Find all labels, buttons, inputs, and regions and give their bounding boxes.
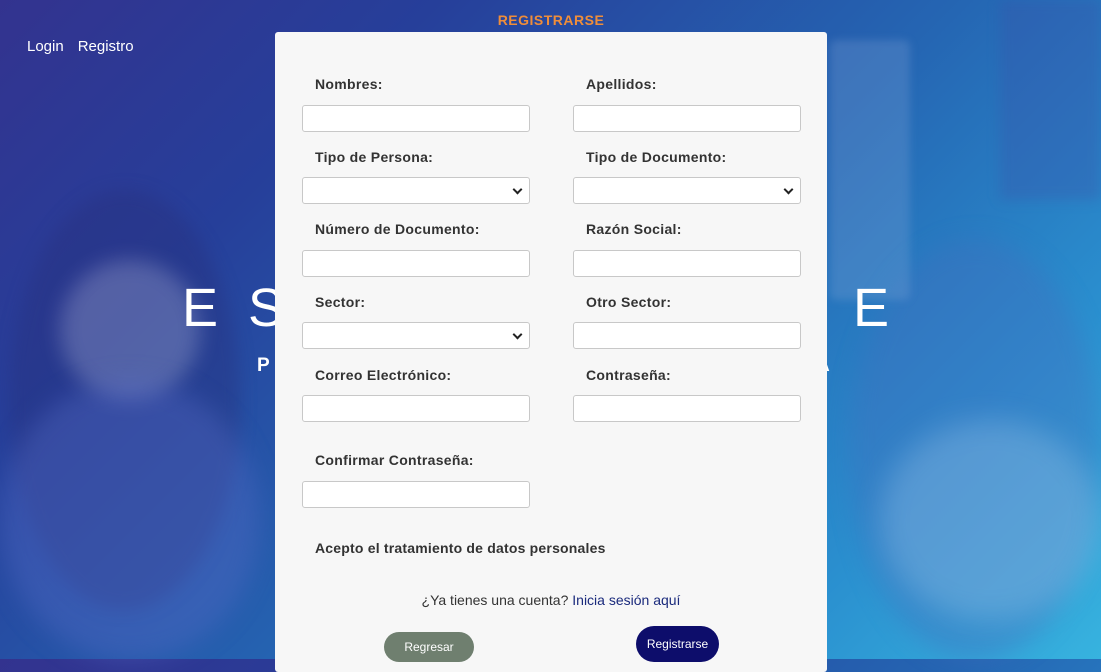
tipo-persona-label: Tipo de Persona: [315,149,434,165]
confirmar-input[interactable] [302,481,530,508]
nav-register-link[interactable]: Registro [78,38,134,55]
hero-subtitle-left: P [257,355,270,376]
otro-sector-input[interactable] [573,322,801,349]
razon-social-input[interactable] [573,250,801,277]
nav-login-link[interactable]: Login [27,38,64,55]
hero-letter: E [182,278,219,338]
account-prompt-text: ¿Ya tienes una cuenta? [421,592,569,608]
numero-documento-input[interactable] [302,250,530,277]
field-sector: Sector: [302,294,530,349]
login-link[interactable]: Inicia sesión aquí [572,592,680,608]
numero-documento-label: Número de Documento: [315,221,480,237]
account-prompt: ¿Ya tienes una cuenta? Inicia sesión aqu… [275,592,827,608]
hero-letter: E [853,278,890,338]
otro-sector-label: Otro Sector: [586,294,672,310]
field-contrasena: Contraseña: [573,367,801,422]
registration-form: Nombres: Apellidos: Tipo de Persona: Tip… [275,32,827,672]
nombres-input[interactable] [302,105,530,132]
field-apellidos: Apellidos: [573,76,801,132]
field-tipo-persona: Tipo de Persona: [302,149,530,204]
form-heading: REGISTRARSE [497,12,605,28]
tipo-persona-select[interactable] [302,177,530,204]
tipo-documento-select[interactable] [573,177,801,204]
nombres-label: Nombres: [315,76,383,92]
field-tipo-documento: Tipo de Documento: [573,149,801,204]
register-button[interactable]: Registrarse [636,626,719,662]
field-correo: Correo Electrónico: [302,367,530,422]
field-otro-sector: Otro Sector: [573,294,801,349]
back-button[interactable]: Regresar [384,632,474,662]
tipo-documento-label: Tipo de Documento: [586,149,727,165]
field-razon-social: Razón Social: [573,221,801,277]
contrasena-input[interactable] [573,395,801,422]
field-numero-documento: Número de Documento: [302,221,530,277]
razon-social-label: Razón Social: [586,221,682,237]
correo-label: Correo Electrónico: [315,367,452,383]
correo-input[interactable] [302,395,530,422]
contrasena-label: Contraseña: [586,367,671,383]
top-nav: Login Registro [27,38,134,55]
apellidos-input[interactable] [573,105,801,132]
field-nombres: Nombres: [302,76,530,132]
field-confirmar: Confirmar Contraseña: [302,452,530,508]
consent-text[interactable]: Acepto el tratamiento de datos personale… [315,540,606,556]
confirmar-label: Confirmar Contraseña: [315,452,474,468]
apellidos-label: Apellidos: [586,76,657,92]
sector-label: Sector: [315,294,366,310]
sector-select[interactable] [302,322,530,349]
